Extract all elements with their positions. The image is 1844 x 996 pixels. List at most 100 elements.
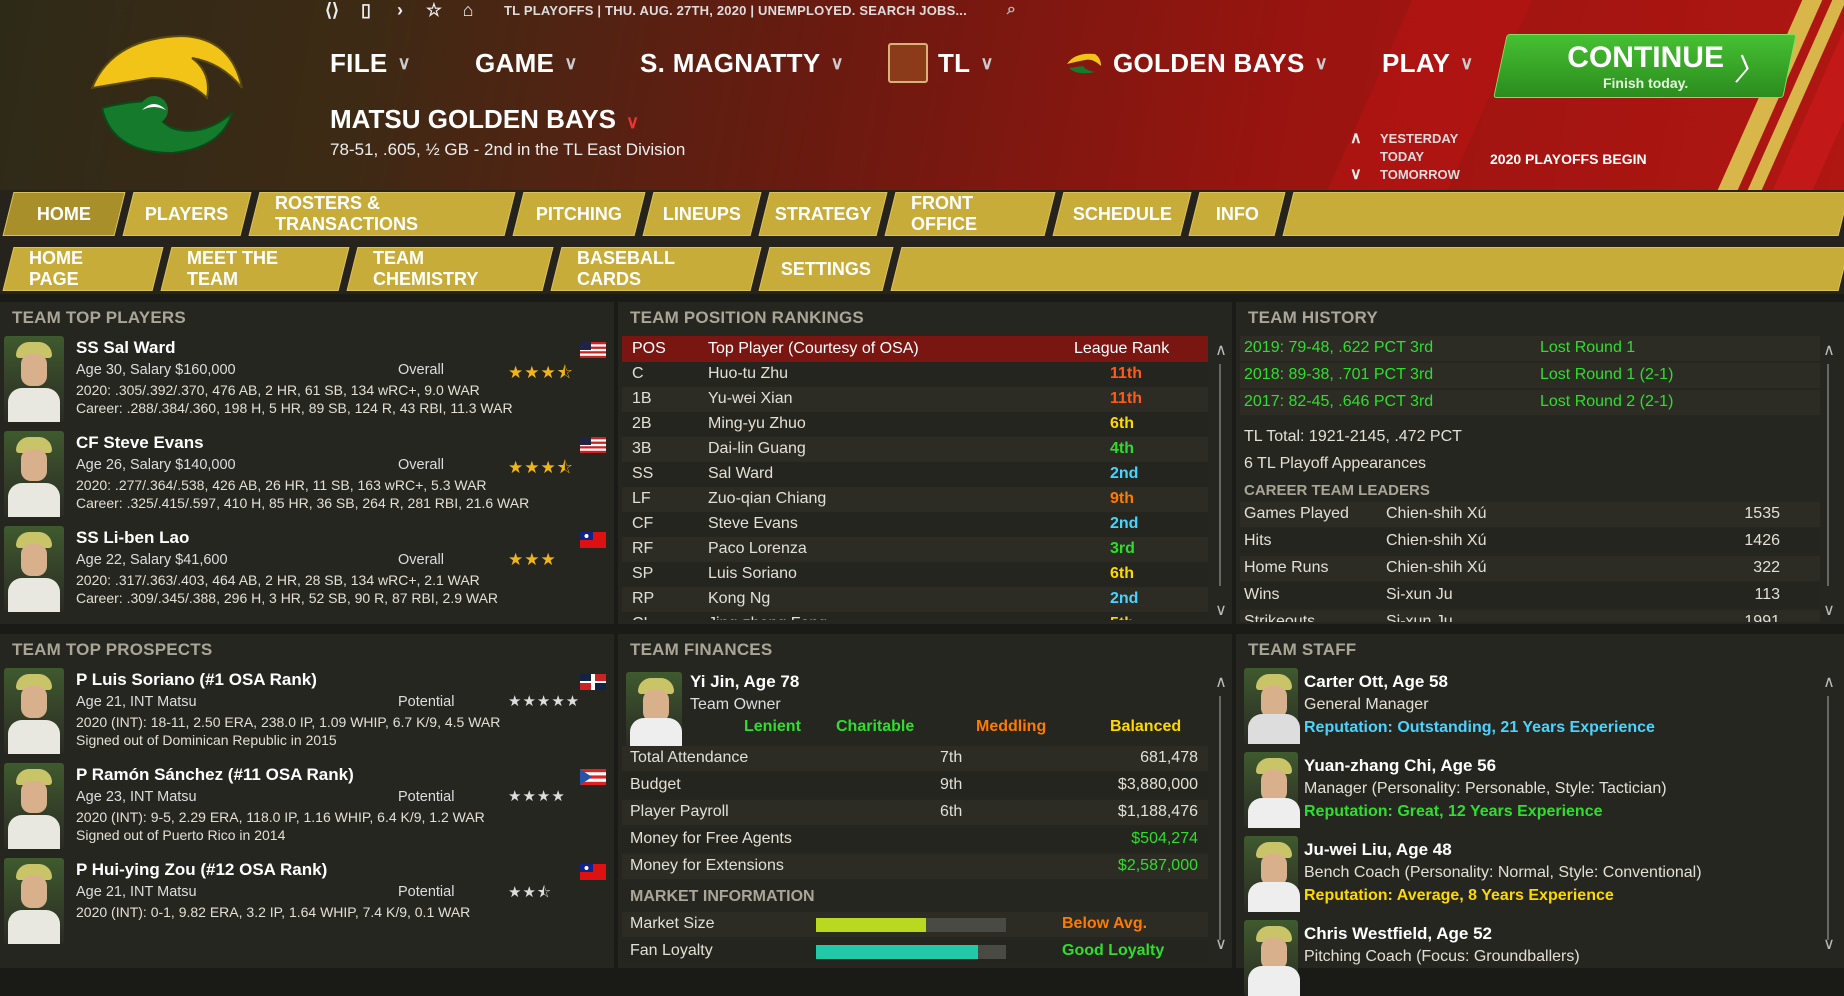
tab-0[interactable]: HOME [2,192,126,236]
menu-game[interactable]: GAME ∨ [475,48,578,79]
home-icon[interactable]: ⌂ [456,0,480,21]
player-name[interactable]: P Hui-ying Zou (#12 OSA Rank) [76,860,327,880]
table-row[interactable]: LF Zuo-qian Chiang 9th [622,487,1208,512]
staff-avatar [1244,836,1300,912]
scroll-up-icon[interactable]: ∧ [1214,672,1228,692]
subtab-2[interactable]: TEAM CHEMISTRY [346,247,554,291]
staff-name[interactable]: Ju-wei Liu, Age 48 [1304,840,1452,860]
leader-name[interactable]: Chien-shih Xú [1386,505,1487,523]
player-cell[interactable]: Sal Ward [708,465,773,483]
chevron-down-icon[interactable]: ∨ [1350,166,1362,184]
tab-1[interactable]: PLAYERS [122,192,252,236]
player-row[interactable]: CF Steve Evans Age 26, Salary $140,000 Ove… [0,427,610,521]
scrollbar[interactable] [1827,696,1829,940]
table-row[interactable]: SP Luis Soriano 6th [622,562,1208,587]
player-name[interactable]: P Ramón Sánchez (#11 OSA Rank) [76,765,354,785]
player-cell[interactable]: Luis Soriano [708,565,797,583]
finance-rank: 6th [940,803,963,820]
table-row[interactable]: CF Steve Evans 2nd [622,512,1208,537]
tab-5[interactable]: STRATEGY [758,192,888,236]
leader-row[interactable]: Strikeouts Si-xun Ju 1991 [1240,610,1820,622]
leader-row[interactable]: Hits Chien-shih Xú 1426 [1240,529,1820,554]
menu-play[interactable]: PLAY ∨ [1382,48,1474,79]
player-cell[interactable]: Kong Ng [708,590,770,608]
staff-name[interactable]: Yuan-zhang Chi, Age 56 [1304,756,1496,776]
continue-button[interactable]: CONTINUE Finish today. 〉 [1493,34,1797,98]
leader-name[interactable]: Chien-shih Xú [1386,532,1487,550]
staff-reputation: Reputation: Average, 8 Years Experience [1304,887,1614,904]
player-name[interactable]: SS Li-ben Lao [76,528,189,548]
menu-manager[interactable]: S. MAGNATTY ∨ [640,48,844,79]
subtab-0[interactable]: HOME PAGE [2,247,164,291]
player-cell[interactable]: Paco Lorenza [708,540,807,558]
staff-name[interactable]: Chris Westfield, Age 52 [1304,924,1492,944]
subtab-4[interactable]: SETTINGS [758,247,894,291]
player-cell[interactable]: Ming-yu Zhuo [708,415,806,433]
scroll-down-icon[interactable]: ∨ [1214,934,1228,954]
star-icon[interactable]: ☆ [422,0,446,21]
staff-name[interactable]: Carter Ott, Age 58 [1304,672,1448,692]
menu-team[interactable]: GOLDEN BAYS ∨ [1065,48,1328,79]
subtab-3[interactable]: BASEBALL CARDS [550,247,762,291]
staff-avatar [1244,668,1300,744]
team-finances-panel: TEAM FINANCES Yi Jin, Age 78 Team Owner … [618,634,1232,968]
tomorrow-link[interactable]: TOMORROW [1380,166,1460,184]
scrollbar[interactable] [1827,364,1829,586]
table-row[interactable]: 2B Ming-yu Zhuo 6th [622,412,1208,437]
table-row[interactable]: SS Sal Ward 2nd [622,462,1208,487]
back-icon[interactable]: ⟨⟩ [320,0,344,21]
player-cell[interactable]: Steve Evans [708,515,798,533]
scrollbar[interactable] [1219,364,1221,586]
scroll-up-icon[interactable]: ∧ [1214,340,1228,360]
player-row[interactable]: SS Sal Ward Age 30, Salary $160,000 Overal… [0,332,610,426]
scroll-down-icon[interactable]: ∨ [1214,600,1228,620]
player-cell[interactable]: Jing-zhong Fang [708,615,827,620]
scroll-up-icon[interactable]: ∧ [1822,340,1836,360]
leader-name[interactable]: Si-xun Ju [1386,586,1453,604]
leader-name[interactable]: Si-xun Ju [1386,613,1453,622]
tab-2[interactable]: ROSTERS & TRANSACTIONS [248,192,516,236]
table-row[interactable]: C Huo-tu Zhu 11th [622,362,1208,387]
player-row[interactable]: P Hui-ying Zou (#12 OSA Rank) Age 21, INT… [0,854,610,948]
table-row[interactable]: 3B Dai-lin Guang 4th [622,437,1208,462]
player-row[interactable]: SS Li-ben Lao Age 22, Salary $41,600 Overa… [0,522,610,616]
scroll-up-icon[interactable]: ∧ [1822,672,1836,692]
scroll-down-icon[interactable]: ∨ [1822,600,1836,620]
team-name[interactable]: MATSU GOLDEN BAYS ∨ [330,104,639,135]
leader-row[interactable]: Games Played Chien-shih Xú 1535 [1240,502,1820,527]
chevron-up-icon[interactable]: ∧ [1350,130,1362,148]
table-row[interactable]: 1B Yu-wei Xian 11th [622,387,1208,412]
leader-row[interactable]: Home Runs Chien-shih Xú 322 [1240,556,1820,581]
leader-name[interactable]: Chien-shih Xú [1386,559,1487,577]
bookmark-icon[interactable]: ▯ [354,0,378,21]
tab-8[interactable]: INFO [1188,192,1286,236]
scrollbar[interactable] [1219,696,1221,940]
tab-4[interactable]: LINEUPS [642,192,762,236]
tab-6[interactable]: FRONT OFFICE [884,192,1056,236]
search-icon[interactable]: ⌕ [1007,1,1016,19]
player-name[interactable]: CF Steve Evans [76,433,204,453]
player-cell[interactable]: Yu-wei Xian [708,390,793,408]
player-cell[interactable]: Huo-tu Zhu [708,365,788,383]
player-row[interactable]: P Luis Soriano (#1 OSA Rank) Age 21, INT … [0,664,610,758]
player-cell[interactable]: Dai-lin Guang [708,440,806,458]
player-name[interactable]: SS Sal Ward [76,338,176,358]
menu-league[interactable]: TL ∨ [888,43,994,83]
table-row[interactable]: RF Paco Lorenza 3rd [622,537,1208,562]
player-row[interactable]: P Ramón Sánchez (#11 OSA Rank) Age 23, IN… [0,759,610,853]
table-row[interactable]: CL Jing-zhong Fang 5th [622,612,1208,620]
tab-3[interactable]: PITCHING [512,192,646,236]
player-cell[interactable]: Zuo-qian Chiang [708,490,826,508]
rank-cell: 11th [1110,365,1143,382]
leader-row[interactable]: Wins Si-xun Ju 113 [1240,583,1820,608]
yesterday-link[interactable]: YESTERDAY [1380,130,1460,148]
tab-7[interactable]: SCHEDULE [1052,192,1192,236]
scroll-down-icon[interactable]: ∨ [1822,934,1836,954]
menu-file[interactable]: FILE ∨ [330,48,411,79]
player-name[interactable]: P Luis Soriano (#1 OSA Rank) [76,670,317,690]
forward-icon[interactable]: › [388,0,412,21]
table-row[interactable]: RP Kong Ng 2nd [622,587,1208,612]
market-bar [816,918,1006,932]
subtab-1[interactable]: MEET THE TEAM [160,247,350,291]
chevron-down-icon: ∨ [564,53,578,73]
